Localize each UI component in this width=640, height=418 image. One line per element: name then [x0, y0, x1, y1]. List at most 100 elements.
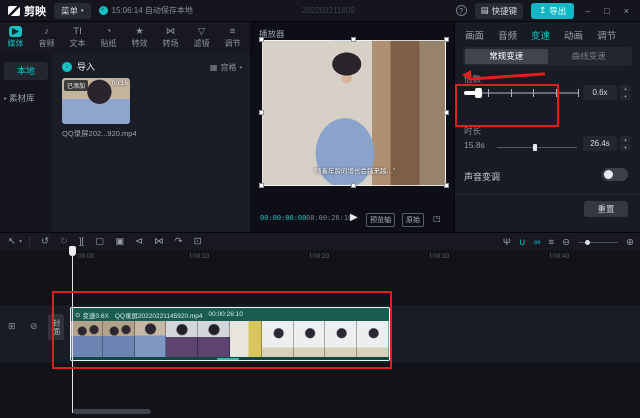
tab-picture[interactable]: 画面 [465, 28, 484, 42]
preview-axis-button[interactable]: 预览轴 [366, 213, 395, 227]
added-badge: 已添加 [64, 80, 88, 91]
export-button[interactable]: ↥ 导出 [531, 3, 574, 19]
mirror-icon[interactable]: ⋈ [154, 236, 164, 247]
close-button[interactable]: × [621, 6, 632, 16]
chevron-down-icon[interactable]: ▾ [19, 238, 22, 245]
speed-stepper[interactable]: ▴ ▾ [620, 85, 631, 100]
duration-slider-thumb[interactable] [533, 144, 537, 151]
tab-media[interactable]: ▶ 媒体 [0, 22, 31, 54]
undo-icon[interactable]: ↺ [41, 236, 49, 247]
tab-speed[interactable]: 变速 [531, 28, 550, 42]
pitch-toggle[interactable] [602, 168, 628, 181]
stepper-up-icon[interactable]: ▴ [620, 85, 631, 92]
export-icon: ↥ [539, 5, 546, 16]
timeline-horizontal-scrollbar[interactable] [73, 409, 151, 414]
menu-button[interactable]: 菜单 ▾ [54, 3, 91, 19]
selection-handle[interactable] [259, 183, 264, 188]
maximize-button[interactable]: □ [601, 6, 612, 16]
magnet-snap-icon[interactable]: ∪ [519, 237, 526, 248]
timeline-zoom-slider[interactable] [578, 238, 618, 246]
fullscreen-icon[interactable]: ◳ [433, 214, 441, 223]
duration-stepper[interactable]: ▴ ▾ [620, 136, 631, 151]
transition-icon: ⋈ [166, 26, 176, 37]
select-tool-icon[interactable]: ↖ [8, 236, 16, 247]
preview-link-icon[interactable]: ∞ [534, 237, 541, 248]
track-mute-icon[interactable]: ⊘ [30, 321, 38, 332]
tab-label: 媒体 [8, 38, 24, 49]
tab-audio[interactable]: ♪ 音频 [31, 22, 62, 54]
tab-adjust-props[interactable]: 调节 [597, 28, 616, 42]
tab-text[interactable]: TI 文本 [62, 22, 93, 54]
import-icon: ↓ [62, 62, 72, 72]
subtab-normal-speed[interactable]: 常规变速 [465, 49, 548, 64]
sidebar-item-label: 素材库 [9, 92, 35, 104]
speed-value-input[interactable]: 0.6x [583, 85, 617, 100]
selection-handle[interactable] [259, 37, 264, 42]
media-content: ↓ 导入 ▦ 宫格 ▾ 已添加 00:16 QQ录屏202...920.mp4 [52, 54, 250, 232]
timeline-ruler[interactable]: 00:00 00:10 00:20 00:30 00:40 [0, 250, 640, 263]
sticker-icon: ◔ [106, 26, 112, 37]
zoom-out-icon[interactable]: ⊖ [562, 237, 570, 248]
audio-icon: ♪ [44, 26, 49, 37]
view-options[interactable]: ▦ 宫格 ▾ [210, 62, 242, 73]
subtab-curve-speed[interactable]: 曲线变速 [548, 49, 631, 64]
tab-adjust[interactable]: ≡ 调节 [217, 22, 248, 54]
tab-audio-props[interactable]: 音频 [498, 28, 517, 42]
reverse-icon[interactable]: ⊲ [135, 236, 143, 247]
stepper-down-icon[interactable]: ▾ [620, 144, 631, 151]
tab-sticker[interactable]: ◔ 贴纸 [93, 22, 124, 54]
voiceover-mic-icon[interactable]: Ψ [503, 237, 511, 248]
canvas-ratio-button[interactable]: 原始 [402, 213, 424, 227]
tab-label: 文本 [70, 38, 86, 49]
tab-animation[interactable]: 动画 [564, 28, 583, 42]
annotation-arrow-line [469, 72, 545, 80]
minimize-button[interactable]: – [582, 6, 593, 16]
ruler-label: 00:30 [433, 253, 449, 260]
duration-slider[interactable] [497, 144, 577, 152]
slider-tick [578, 89, 579, 97]
tab-filters[interactable]: ▽ 滤镜 [186, 22, 217, 54]
stepper-down-icon[interactable]: ▾ [620, 93, 631, 100]
crop-icon[interactable]: ⊡ [194, 236, 202, 247]
help-icon[interactable]: ? [456, 5, 467, 16]
preview-canvas[interactable]: “随着年龄的增长会越来越…” [262, 40, 446, 186]
play-button[interactable]: ▶ [350, 212, 358, 223]
track-toggle-icon[interactable]: ⊞ [8, 321, 16, 332]
media-item-thumbnail[interactable]: 已添加 00:16 [62, 78, 130, 124]
text-icon: TI [73, 26, 81, 37]
tab-label: 转场 [163, 38, 179, 49]
selection-handle[interactable] [259, 110, 264, 115]
split-icon[interactable]: ][ [79, 236, 84, 247]
zoom-in-icon[interactable]: ⊕ [626, 237, 634, 248]
rotate-icon[interactable]: ↷ [175, 236, 183, 247]
annotation-arrow [462, 69, 546, 83]
autosave-text: 15:06:14 自动保存本地 [112, 5, 193, 16]
selection-handle[interactable] [444, 183, 449, 188]
export-label: 导出 [549, 5, 566, 17]
ruler-tick [310, 253, 311, 258]
import-button[interactable]: ↓ 导入 [62, 60, 95, 73]
redo-icon[interactable]: ↻ [60, 236, 68, 247]
auto-align-icon[interactable]: ≡ [549, 237, 555, 248]
media-sidebar: 本地 ▸ 素材库 [0, 54, 52, 232]
selection-handle[interactable] [444, 37, 449, 42]
ruler-tick [190, 253, 191, 258]
zoom-slider-thumb[interactable] [585, 240, 590, 245]
tab-label: 贴纸 [101, 38, 117, 49]
selection-handle[interactable] [351, 37, 356, 42]
player-panel: 播放器 “随着年龄的增长会越来越…” 00:00:00:00 00:00:26:… [250, 22, 455, 232]
app-logo-icon [8, 6, 20, 16]
reset-button[interactable]: 重置 [584, 201, 628, 217]
tab-effects[interactable]: ★ 特效 [124, 22, 155, 54]
tab-transitions[interactable]: ⋈ 转场 [155, 22, 186, 54]
delete-icon[interactable]: ▢ [95, 236, 104, 247]
sidebar-item-local[interactable]: 本地 [4, 62, 48, 80]
shortcuts-button[interactable]: ▤ 快捷键 [475, 3, 524, 19]
selection-handle[interactable] [444, 110, 449, 115]
freeze-frame-icon[interactable]: ▣ [115, 236, 124, 247]
ruler-tick [430, 253, 431, 258]
duration-value-input[interactable]: 26.4s [583, 136, 617, 151]
selection-handle[interactable] [351, 183, 356, 188]
stepper-up-icon[interactable]: ▴ [620, 136, 631, 143]
sidebar-item-library[interactable]: ▸ 素材库 [4, 92, 50, 104]
